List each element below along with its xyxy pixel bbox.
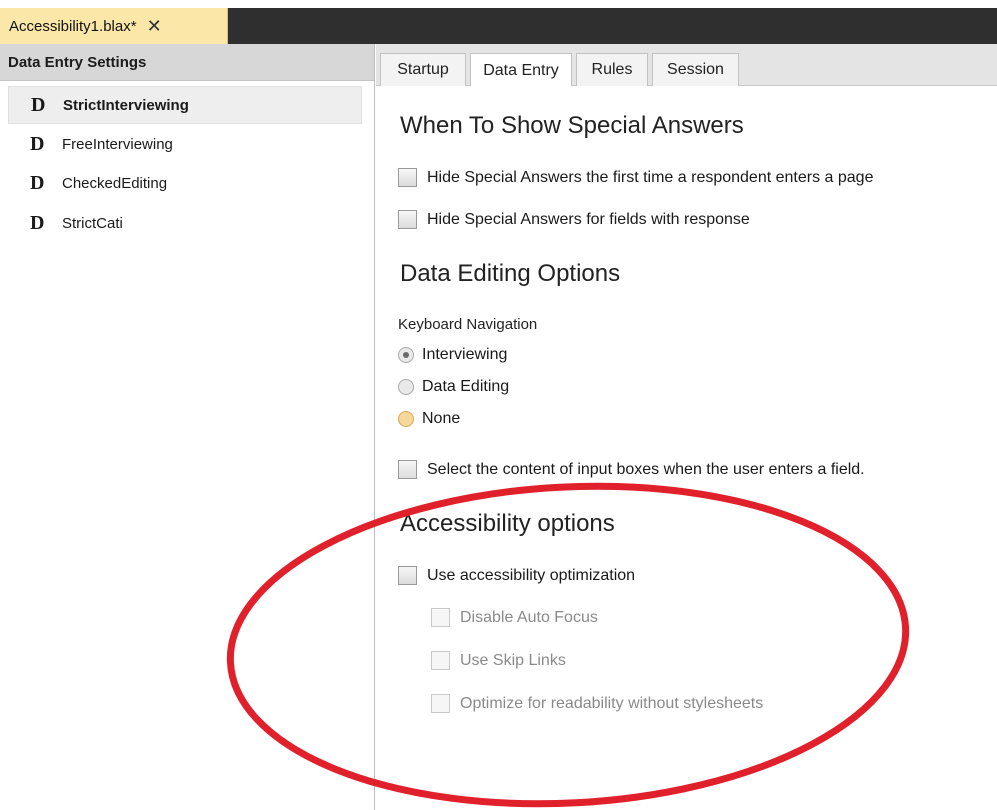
document-tab-title: Accessibility1.blax* [9,17,137,35]
top-strip [0,0,997,8]
radio-interviewing[interactable]: Interviewing [398,346,507,364]
sidebar-item-label: FreeInterviewing [62,135,173,153]
hide-special-answers-with-response-option[interactable]: Hide Special Answers for fields with res… [398,210,750,229]
tab-startup[interactable]: Startup [380,53,466,86]
checkbox[interactable] [398,168,417,187]
tab-data-entry[interactable]: Data Entry [470,53,572,87]
sidebar: Data Entry Settings D StrictInterviewing… [0,44,375,810]
sidebar-item-strictinterviewing[interactable]: D StrictInterviewing [8,86,362,124]
checkbox-label: Disable Auto Focus [460,608,598,626]
checkbox[interactable] [398,210,417,229]
checkbox[interactable] [398,566,417,585]
radio-data-editing[interactable]: Data Editing [398,378,509,396]
settings-tab-bar: Startup Data Entry Rules Session [376,44,997,87]
radio-none[interactable]: None [398,410,460,428]
hide-special-answers-first-time-option[interactable]: Hide Special Answers the first time a re… [398,168,873,187]
sidebar-header: Data Entry Settings [0,44,374,81]
radio-button[interactable] [398,379,414,395]
document-tab-bar: Accessibility1.blax* ✕ [0,8,997,44]
data-entry-settings-icon: D [30,132,45,155]
use-accessibility-optimization-option[interactable]: Use accessibility optimization [398,566,635,585]
data-entry-settings-icon: D [30,171,45,194]
tab-session[interactable]: Session [652,53,739,86]
tab-rules[interactable]: Rules [576,53,648,86]
data-editing-heading: Data Editing Options [400,260,621,287]
radio-label: None [422,410,461,427]
radio-label: Data Editing [422,378,510,395]
sidebar-item-checkedediting[interactable]: D CheckedEditing [8,164,362,202]
checkbox-label: Use Skip Links [460,651,566,669]
checkbox[interactable] [398,460,417,479]
data-entry-settings-icon: D [30,211,45,234]
radio-button[interactable] [398,347,414,363]
checkbox-label: Select the content of input boxes when t… [427,460,865,478]
radio-label: Interviewing [422,346,508,363]
keyboard-navigation-label: Keyboard Navigation [398,316,538,333]
document-tab[interactable]: Accessibility1.blax* ✕ [0,8,228,44]
radio-button[interactable] [398,411,414,427]
checkbox-label: Optimize for readability without stylesh… [460,694,764,712]
sidebar-item-freeinterviewing[interactable]: D FreeInterviewing [8,125,362,163]
checkbox-label: Hide Special Answers for fields with res… [427,210,750,228]
select-input-content-option[interactable]: Select the content of input boxes when t… [398,460,865,479]
sidebar-item-strictcati[interactable]: D StrictCati [8,204,362,242]
disable-auto-focus-option[interactable]: Disable Auto Focus [431,608,598,627]
close-icon[interactable]: ✕ [147,17,162,35]
checkbox[interactable] [431,694,450,713]
accessibility-heading: Accessibility options [400,510,615,537]
use-skip-links-option[interactable]: Use Skip Links [431,651,566,670]
sidebar-item-label: StrictInterviewing [63,96,189,114]
checkbox-label: Hide Special Answers the first time a re… [427,168,874,186]
checkbox[interactable] [431,608,450,627]
sidebar-item-label: StrictCati [62,214,123,232]
checkbox-label: Use accessibility optimization [427,566,636,584]
data-entry-settings-icon: D [31,93,46,116]
sidebar-item-label: CheckedEditing [62,174,168,192]
data-entry-panel: When To Show Special Answers Hide Specia… [376,86,997,810]
checkbox[interactable] [431,651,450,670]
special-answers-heading: When To Show Special Answers [400,112,744,139]
optimize-readability-option[interactable]: Optimize for readability without stylesh… [431,694,763,713]
